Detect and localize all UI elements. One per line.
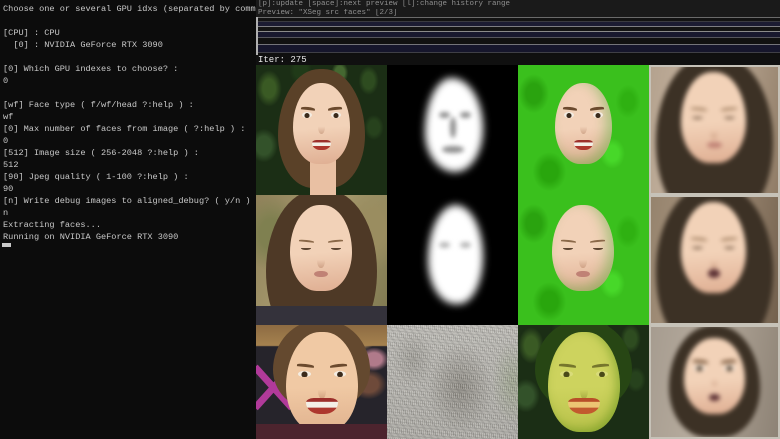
preview-header: [p]:update [space]:next preview [l]:chan… — [256, 0, 780, 17]
cell-r1c1-source-face — [256, 65, 387, 195]
nose — [711, 373, 718, 386]
eye-left — [302, 112, 312, 118]
brow-right — [330, 363, 348, 368]
nose — [318, 120, 325, 134]
mask-blob — [428, 205, 483, 304]
face — [286, 332, 358, 432]
eye-right — [331, 246, 341, 250]
brow-left — [693, 359, 708, 364]
loss-history-graph — [256, 17, 780, 55]
cell-r3c1-source-face — [256, 325, 387, 439]
face — [681, 72, 746, 163]
brow-left — [559, 363, 577, 368]
brow-left — [561, 239, 576, 243]
face — [681, 202, 746, 293]
eye-right — [593, 246, 603, 250]
nose — [318, 382, 327, 399]
blurred-face-image — [649, 65, 780, 195]
clothing — [256, 424, 387, 439]
cell-r1c3-mask-overlay — [518, 65, 649, 195]
cell-r1c4-predicted-face — [649, 65, 780, 195]
mouth — [314, 271, 328, 276]
cell-r3c3-mask-overlay-tinted — [518, 325, 649, 439]
eye-right — [724, 245, 735, 249]
nose — [710, 253, 718, 268]
eye-right — [724, 365, 734, 371]
brow-left — [297, 363, 315, 368]
brow-right — [590, 106, 604, 110]
preview-grid — [256, 65, 780, 439]
brow-left — [563, 106, 577, 110]
hotkeys-help: [p]:update [space]:next preview [l]:chan… — [256, 0, 780, 9]
face — [555, 83, 613, 164]
eye-left — [692, 245, 703, 249]
graph-y-axis — [256, 17, 258, 55]
brow-right — [721, 359, 736, 364]
nose — [580, 382, 589, 399]
brow-right — [721, 238, 737, 242]
blurred-face-image — [649, 325, 780, 439]
deepfacelab-screen: Choose one or several GPU idxs (separate… — [0, 0, 780, 439]
nose — [579, 253, 586, 268]
blurred-face-image — [649, 195, 780, 325]
nose — [317, 253, 324, 268]
brow-right — [590, 239, 605, 243]
console-output[interactable]: Choose one or several GPU idxs (separate… — [0, 0, 256, 439]
face — [293, 83, 351, 164]
clothing — [256, 306, 387, 326]
cell-r3c4-predicted-face — [649, 325, 780, 439]
cell-r2c4-predicted-face — [649, 195, 780, 325]
mouth-open — [708, 269, 720, 277]
brow-left — [301, 106, 315, 110]
face — [548, 332, 620, 432]
eye-left — [301, 246, 311, 250]
eye-left — [563, 246, 573, 250]
brow-left — [691, 108, 707, 112]
eye-right — [331, 112, 341, 118]
brow-right — [328, 239, 343, 243]
nose — [710, 123, 718, 138]
eye-left — [298, 371, 310, 377]
face — [684, 338, 745, 414]
terminal-cursor — [2, 243, 11, 247]
cell-r2c1-source-face — [256, 195, 387, 325]
brow-left — [299, 239, 314, 243]
mouth-smile — [574, 140, 594, 150]
cell-r2c2-xseg-mask — [387, 195, 518, 325]
mouth-smile — [568, 398, 600, 414]
brow-right — [328, 106, 342, 110]
eye-right — [593, 112, 603, 118]
brow-right — [721, 108, 737, 112]
cell-r3c2-untrained-mask-noise — [387, 325, 518, 439]
brow-left — [691, 238, 707, 242]
eye-right — [334, 371, 346, 377]
training-preview-window[interactable]: [p]:update [space]:next preview [l]:chan… — [256, 0, 780, 439]
iteration-counter: Iter: 275 — [256, 55, 780, 65]
eye-left — [564, 112, 574, 118]
face — [290, 205, 352, 291]
cell-r1c2-xseg-mask — [387, 65, 518, 195]
face — [552, 205, 614, 291]
mouth — [707, 142, 722, 147]
mouth-smile — [306, 398, 338, 414]
brow-right — [592, 363, 610, 368]
eye-left — [692, 115, 703, 119]
nose — [580, 120, 587, 134]
mouth-open — [709, 394, 720, 401]
eye-right — [724, 115, 735, 119]
mouth-smile — [312, 140, 332, 150]
eye-right — [596, 371, 608, 377]
mouth — [576, 271, 590, 276]
eye-left — [560, 371, 572, 377]
eye-left — [694, 365, 704, 371]
preview-title: Preview: "XSeg src faces" [2/3] — [256, 9, 780, 18]
cell-r2c3-mask-overlay — [518, 195, 649, 325]
